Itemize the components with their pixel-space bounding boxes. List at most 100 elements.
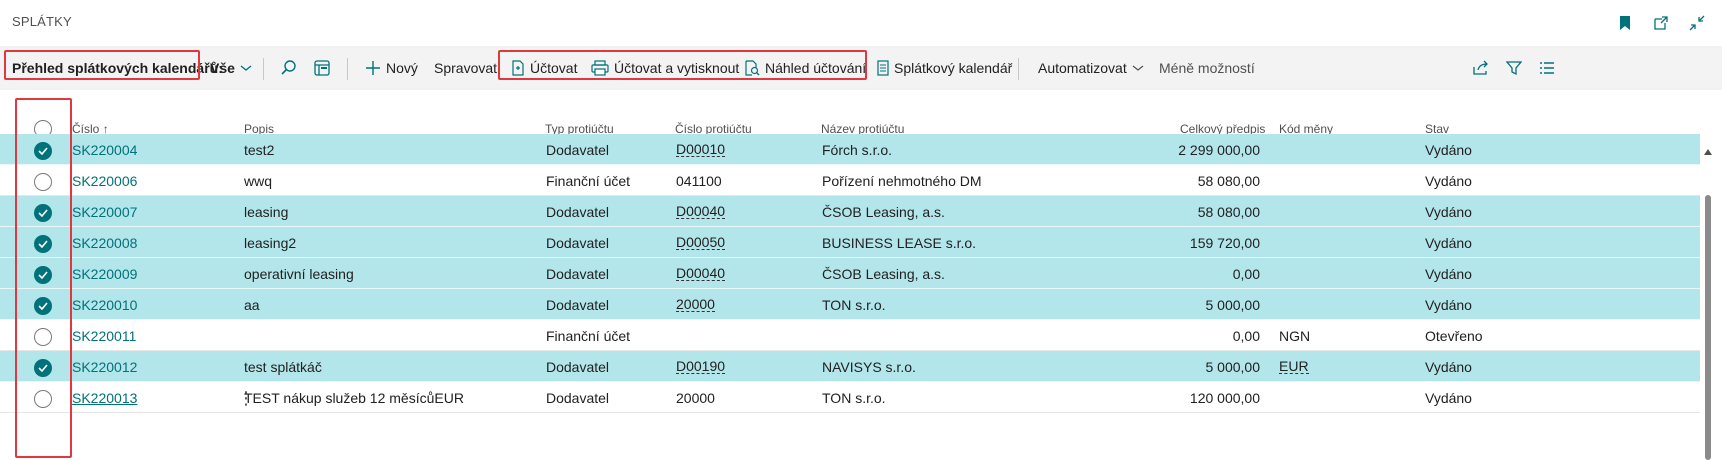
cell-description: leasing (244, 204, 289, 220)
cell-account-type: Dodavatel (546, 390, 610, 406)
table-row[interactable]: SK220010 aa Dodavatel 20000 TON s.r.o. 5 000,… (0, 289, 1700, 320)
cell-account-no[interactable]: 20000 (676, 297, 715, 312)
cell-currency: EUR (1279, 358, 1309, 374)
cell-account-no[interactable]: 20000 (676, 390, 715, 406)
cell-number[interactable]: SK220012 (72, 359, 137, 375)
cell-account-name: Fórch s.r.o. (822, 142, 893, 158)
new-button[interactable]: Nový (365, 46, 418, 90)
automate-menu[interactable]: Automatizovat (1038, 46, 1150, 90)
cell-account-type: Dodavatel (546, 204, 610, 220)
view-selector-label: Vše (210, 60, 235, 76)
cell-account-name: ČSOB Leasing, a.s. (822, 266, 945, 282)
cell-total: 120 000,00 (1189, 390, 1260, 406)
cell-account-type: Dodavatel (546, 359, 610, 375)
table-row[interactable]: SK220007 leasing Dodavatel D00040 ČSOB Leasi… (0, 196, 1700, 227)
filter-icon (1506, 61, 1522, 76)
cell-account-name: TON s.r.o. (822, 390, 886, 406)
cell-account-type: Dodavatel (546, 266, 610, 282)
bookmark-icon[interactable] (1614, 12, 1636, 34)
cell-number[interactable]: SK220007 (72, 204, 137, 220)
fewer-options-label: Méně možností (1159, 60, 1255, 76)
cell-account-no[interactable]: D00040 (676, 204, 726, 219)
cell-description: leasing2 (244, 235, 297, 251)
cell-description: wwq (244, 173, 273, 189)
cell-account-type: Finanční účet (546, 173, 631, 189)
chevron-down-icon (1132, 65, 1144, 71)
new-button-label: Nový (386, 60, 418, 76)
highlight-box-posting-actions (498, 50, 867, 80)
plus-icon (366, 61, 380, 75)
chevron-down-icon (240, 65, 252, 71)
cell-status: Vydáno (1425, 142, 1472, 158)
scrollbar-thumb[interactable] (1705, 195, 1711, 460)
cell-account-name: BUSINESS LEASE s.r.o. (822, 235, 977, 251)
cell-status: Vydáno (1425, 390, 1472, 406)
cell-total: 58 080,00 (1197, 173, 1260, 189)
cell-status: Vydáno (1425, 204, 1472, 220)
cell-account-no[interactable]: 041100 (676, 173, 722, 189)
cell-status: Vydáno (1425, 297, 1472, 313)
installment-calendar-button[interactable]: Splátkový kalendář (877, 46, 1012, 90)
table-row[interactable]: SK220004 test2 Dodavatel D00010 Fórch s.r.o.… (0, 134, 1700, 165)
cell-total: 5 000,00 (1205, 297, 1261, 313)
table-row[interactable]: SK220008 leasing2 Dodavatel D00050 BUSINESS … (0, 227, 1700, 258)
cell-number[interactable]: SK220004 (72, 142, 137, 158)
cell-account-type: Dodavatel (546, 297, 610, 313)
automate-label: Automatizovat (1038, 60, 1127, 76)
cell-status: Vydáno (1425, 235, 1472, 251)
filter-pane-button[interactable] (313, 46, 336, 90)
cell-status: Otevřeno (1425, 328, 1483, 344)
cell-total: 5 000,00 (1205, 359, 1261, 375)
calendar-document-icon (877, 60, 889, 76)
table-row[interactable]: SK220013 ⋮ TEST nákup služeb 12 měsícůEUR D… (0, 382, 1700, 413)
table-row[interactable]: SK220012 test splátkáč Dodavatel D00190 NAVI… (0, 351, 1700, 382)
cell-status: Vydáno (1425, 359, 1472, 375)
filter-button[interactable] (1506, 46, 1527, 90)
cell-account-name: NAVISYS s.r.o. (822, 359, 916, 375)
view-selector[interactable]: Vše (210, 46, 258, 90)
cell-total: 58 080,00 (1197, 204, 1260, 220)
manage-button-label: Spravovat (434, 60, 498, 76)
cell-account-type: Dodavatel (546, 235, 610, 251)
cell-description: test2 (244, 142, 275, 158)
cell-number[interactable]: SK220009 (72, 266, 137, 282)
table-row[interactable]: SK220009 operativní leasing Dodavatel D0004… (0, 258, 1700, 289)
fewer-options-button[interactable]: Méně možností (1159, 46, 1255, 90)
list-view-button[interactable] (1539, 46, 1560, 90)
cell-number[interactable]: SK220010 (72, 297, 137, 313)
cell-number[interactable]: SK220013 (72, 390, 137, 406)
highlight-box-view (4, 50, 200, 80)
cell-number[interactable]: SK220006 (72, 173, 137, 189)
cell-account-type: Finanční účet (546, 328, 631, 344)
collapse-icon[interactable] (1686, 12, 1708, 34)
cell-account-no[interactable]: D00050 (676, 235, 726, 250)
cell-total: 0,00 (1232, 266, 1260, 282)
table-row[interactable]: SK220006 wwq Finanční účet 041100 Pořízení n… (0, 165, 1700, 196)
search-icon (281, 60, 296, 75)
cell-number[interactable]: SK220011 (72, 328, 136, 344)
cell-account-no[interactable]: D00040 (676, 266, 726, 281)
cell-total: 2 299 000,00 (1178, 142, 1260, 158)
cell-account-name: ČSOB Leasing, a.s. (822, 204, 945, 220)
installment-calendar-label: Splátkový kalendář (894, 60, 1013, 76)
open-in-new-window-icon[interactable] (1650, 12, 1672, 34)
page-title: SPLÁTKY (12, 14, 72, 29)
cell-status: Vydáno (1425, 173, 1472, 189)
title-bar: SPLÁTKY (0, 0, 1722, 46)
cell-number[interactable]: SK220008 (72, 235, 137, 251)
share-icon (1473, 60, 1488, 75)
cell-account-name: TON s.r.o. (822, 297, 886, 313)
cell-account-type: Dodavatel (546, 142, 610, 158)
manage-button[interactable]: Spravovat (434, 46, 497, 90)
cell-total: 159 720,00 (1189, 235, 1260, 251)
title-icons (1614, 12, 1708, 34)
table-row[interactable]: SK220011 Finanční účet 0,00 NGN Otevřeno (0, 320, 1700, 351)
scroll-up-icon[interactable] (1704, 149, 1712, 155)
cell-description: operativní leasing (244, 266, 354, 282)
share-button[interactable] (1472, 46, 1495, 90)
cell-description: aa (244, 297, 260, 313)
list-view-icon (1540, 62, 1554, 74)
cell-account-no[interactable]: D00010 (676, 142, 726, 157)
search-button[interactable] (280, 46, 303, 90)
cell-account-no[interactable]: D00190 (676, 359, 726, 374)
